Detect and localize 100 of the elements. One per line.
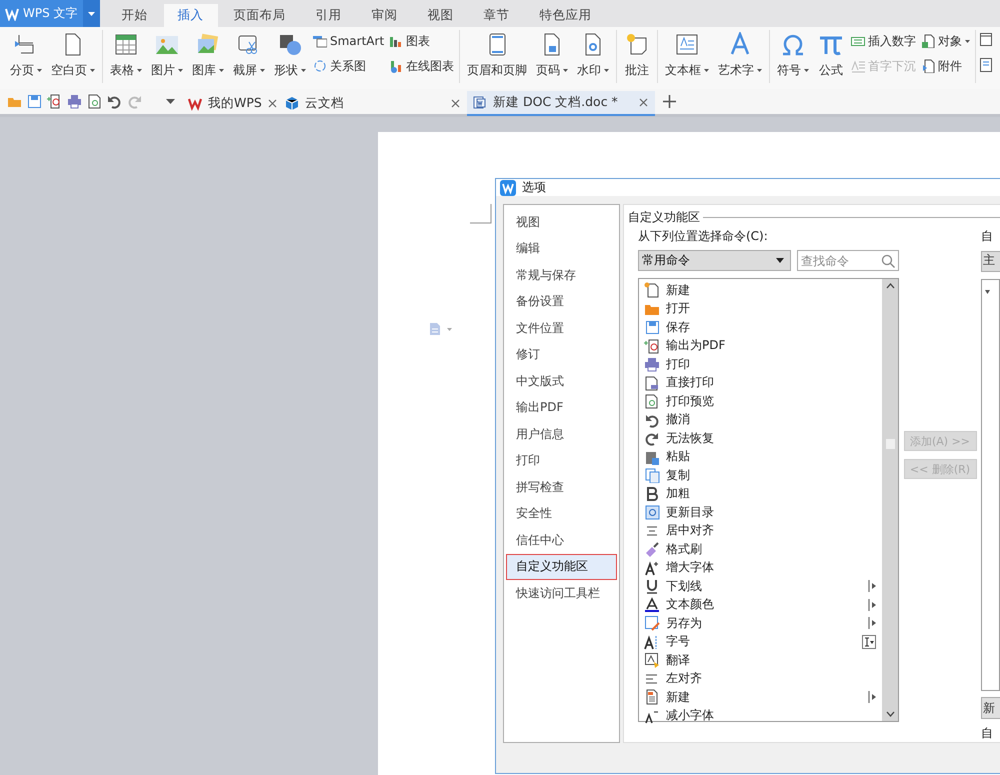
ribbon-button[interactable]: 艺术字 — [714, 30, 766, 81]
command-item[interactable]: 粘贴 — [639, 448, 882, 466]
caret-icon — [219, 69, 224, 72]
document-tab[interactable]: 新建 DOC 文档.doc * — [467, 90, 655, 116]
sidebar-item[interactable]: 中文版式 — [506, 368, 617, 394]
scroll-up-icon — [886, 283, 894, 289]
command-item[interactable]: 下划线 — [639, 577, 882, 596]
ribbon-button[interactable]: 图表 — [389, 32, 454, 50]
submenu-arrow-icon — [868, 617, 876, 630]
sidebar-item[interactable]: 文件位置 — [506, 315, 617, 342]
expand-arrow-icon — [985, 290, 990, 294]
command-item[interactable]: 另存为 — [639, 614, 882, 632]
ribbon-button[interactable]: 对象 — [921, 32, 970, 50]
sidebar-item[interactable]: 自定义功能区 — [506, 554, 617, 580]
command-item[interactable]: 更新目录 — [639, 503, 882, 522]
ribbon-button[interactable]: 表格 — [106, 30, 146, 81]
new-document-icon — [644, 282, 660, 298]
command-item[interactable]: 撤消 — [639, 410, 882, 429]
close-tab-button[interactable] — [637, 96, 649, 108]
submenu-arrow-icon — [868, 691, 876, 704]
scrollbar[interactable] — [882, 279, 898, 721]
command-item[interactable]: 加粗 — [639, 484, 882, 503]
command-source-dropdown[interactable]: 常用命令 — [638, 250, 791, 271]
ribbon-button[interactable]: 文本框 — [661, 30, 714, 81]
print-icon — [66, 94, 82, 109]
command-item[interactable]: 保存 — [639, 318, 882, 336]
format-brush-icon — [644, 541, 660, 558]
command-item[interactable]: 文本颜色 — [639, 596, 882, 614]
save-icon — [644, 319, 660, 336]
sidebar-item[interactable]: 打印 — [506, 448, 617, 474]
command-item[interactable]: 直接打印 — [639, 374, 882, 392]
ribbon-tab[interactable]: 引用 — [302, 4, 356, 27]
font-color-icon — [644, 596, 660, 613]
sidebar-item[interactable]: 用户信息 — [506, 421, 617, 448]
ribbon-tab[interactable]: 开始 — [108, 4, 162, 27]
document-tab[interactable]: 云文档 — [279, 90, 467, 116]
caret-icon — [90, 69, 95, 72]
sidebar-item[interactable]: 视图 — [506, 209, 617, 236]
ribbon-tab[interactable]: 页面布局 — [220, 4, 300, 27]
ribbon-tab[interactable]: 审阅 — [358, 4, 412, 27]
ribbon-button[interactable]: 水印 — [573, 30, 614, 81]
caret-icon — [37, 69, 42, 72]
close-tab-button[interactable] — [268, 97, 277, 109]
ribbon-button[interactable]: 图库 — [188, 30, 228, 81]
ribbon-button[interactable]: 截屏 — [229, 30, 269, 81]
command-item[interactable]: 增大字体 — [639, 558, 882, 577]
caret-icon — [178, 69, 183, 72]
ribbon-button[interactable]: 关系图 — [313, 57, 384, 75]
drop-cap-icon — [851, 59, 866, 73]
ribbon-button[interactable]: 空白页 — [47, 30, 99, 81]
sidebar-item[interactable]: 备份设置 — [506, 288, 617, 315]
command-item[interactable]: 打开 — [639, 300, 882, 318]
sidebar-item[interactable]: 编辑 — [506, 236, 617, 262]
ribbon-button[interactable]: 插入数字 — [851, 32, 916, 50]
scrollbar-thumb[interactable] — [886, 439, 894, 449]
tabs-dropdown[interactable]: 主 — [981, 251, 1000, 272]
command-item[interactable]: 打印预览 — [639, 392, 882, 410]
command-item[interactable]: 无法恢复 — [639, 429, 882, 448]
command-item[interactable]: 格式刷 — [639, 540, 882, 558]
app-menu-button[interactable]: WPS 文字 — [0, 0, 83, 27]
command-item[interactable]: 字号 — [639, 632, 882, 651]
new-tab-button[interactable]: 新 — [981, 697, 1000, 719]
ribbon-button[interactable]: 页眉和页脚 — [463, 30, 532, 81]
document-tab[interactable]: 我的WPS — [182, 90, 279, 116]
ribbon-button[interactable]: 附件 — [921, 57, 970, 75]
ribbon-tab[interactable]: 插入 — [164, 4, 218, 27]
command-item[interactable]: 新建 — [639, 688, 882, 706]
sidebar-item[interactable]: 常规与保存 — [506, 262, 617, 288]
ribbon-button[interactable]: 形状 — [270, 30, 310, 81]
sidebar-item[interactable]: 信任中心 — [506, 527, 617, 554]
ribbon-button[interactable]: 页码 — [532, 30, 572, 81]
command-item[interactable]: 减小字体 — [639, 706, 882, 725]
caret-icon — [704, 69, 710, 72]
ribbon-tab[interactable]: 特色应用 — [526, 4, 606, 27]
caret-icon — [776, 258, 784, 263]
sidebar-item[interactable]: 修订 — [506, 342, 617, 368]
sidebar-item[interactable]: 拼写检查 — [506, 474, 617, 500]
sidebar-item[interactable]: 输出PDF — [506, 394, 617, 421]
close-tab-button[interactable] — [449, 97, 461, 109]
ribbon-tab[interactable]: 视图 — [414, 4, 468, 27]
ribbon-button[interactable]: 图片 — [147, 30, 187, 81]
ribbon-button[interactable]: 公式 — [814, 30, 848, 81]
ribbon-button[interactable]: 符号 — [773, 30, 814, 81]
command-item[interactable]: 打印 — [639, 355, 882, 374]
search-field[interactable]: 查找命令 — [796, 250, 899, 271]
ribbon-tab[interactable]: 章节 — [470, 4, 524, 27]
command-item[interactable]: 复制 — [639, 466, 882, 484]
command-item[interactable]: 左对齐 — [639, 670, 882, 688]
ribbon-button[interactable]: 在线图表 — [389, 57, 454, 75]
command-item[interactable]: 新建 — [639, 281, 882, 300]
sidebar-item[interactable]: 安全性 — [506, 500, 617, 527]
app-menu-caret[interactable] — [82, 0, 100, 27]
print-preview-icon — [86, 94, 102, 109]
ribbon-button[interactable]: 分页 — [6, 30, 46, 81]
ribbon-button[interactable]: 批注 — [620, 30, 654, 81]
command-item[interactable]: 翻译 — [639, 651, 882, 670]
command-item[interactable]: 居中对齐 — [639, 522, 882, 540]
command-item[interactable]: 输出为PDF — [639, 336, 882, 355]
ribbon-button[interactable]: SmartArt — [313, 32, 384, 50]
sidebar-item[interactable]: 快速访问工具栏 — [506, 580, 617, 606]
